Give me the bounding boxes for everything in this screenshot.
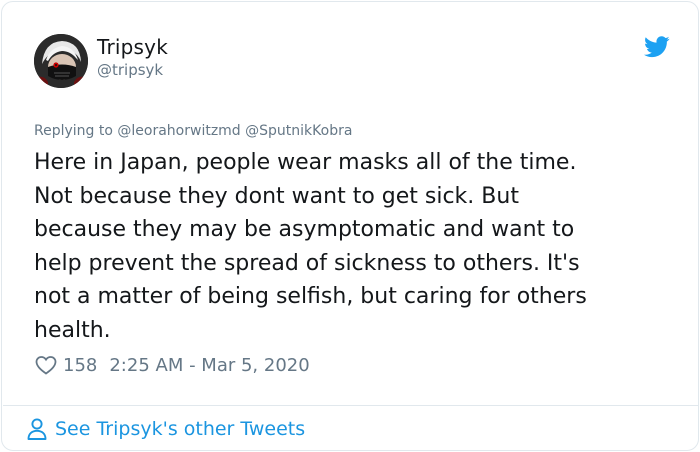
tweet-text: Here in Japan, people wear masks all of … xyxy=(34,150,587,343)
author-avatar[interactable] xyxy=(34,34,88,88)
like-count[interactable]: 158 xyxy=(63,355,97,376)
tweet-meta: 158 2:25 AM - Mar 5, 2020 xyxy=(34,352,310,378)
reply-context: Replying to @leorahorwitzmd @SputnikKobr… xyxy=(34,123,352,139)
tweet-timestamp[interactable]: 2:25 AM - Mar 5, 2020 xyxy=(109,355,309,376)
person-icon xyxy=(26,417,48,441)
author-handle[interactable]: @tripsyk xyxy=(97,61,163,79)
reply-prefix: Replying to xyxy=(34,123,113,139)
see-other-tweets-label: See Tripsyk's other Tweets xyxy=(55,418,306,440)
reply-mention-2[interactable]: @SputnikKobra xyxy=(245,123,352,139)
person-outline xyxy=(27,418,47,440)
tweet-card: Tripsyk @tripsyk Replying to @leorahorwi… xyxy=(1,1,699,451)
twitter-bird-glyph xyxy=(644,36,670,58)
twitter-bird-icon[interactable] xyxy=(644,36,670,58)
see-other-tweets-link[interactable]: See Tripsyk's other Tweets xyxy=(26,416,305,442)
heart-icon[interactable] xyxy=(34,353,58,377)
author-name[interactable]: Tripsyk xyxy=(97,35,168,59)
reply-mention-1[interactable]: @leorahorwitzmd xyxy=(117,123,240,139)
footer-divider xyxy=(3,405,699,406)
heart-outline xyxy=(35,356,57,375)
avatar-image xyxy=(34,34,88,88)
